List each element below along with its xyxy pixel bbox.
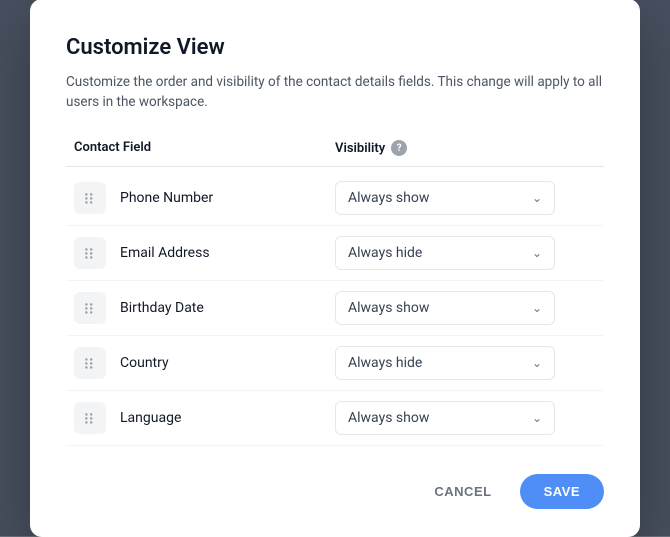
chevron-down-icon: ⌄ [532, 356, 542, 370]
drag-handle-country[interactable] [74, 347, 106, 379]
field-name-phone: Phone Number [120, 190, 213, 206]
visibility-value-country: Always hide [348, 355, 422, 371]
field-left-birthday: Birthday Date [74, 292, 335, 324]
drag-handle-language[interactable] [74, 402, 106, 434]
field-name-birthday: Birthday Date [120, 300, 204, 316]
visibility-select-country[interactable]: Always hide ⌄ [335, 346, 555, 380]
field-name-email: Email Address [120, 245, 210, 261]
field-left-phone: Phone Number [74, 182, 335, 214]
drag-handle-email[interactable] [74, 237, 106, 269]
visibility-value-language: Always show [348, 410, 429, 426]
visibility-value-birthday: Always show [348, 300, 429, 316]
field-name-language: Language [120, 410, 181, 426]
field-row-country: Country Always hide ⌄ [66, 336, 604, 391]
customize-view-dialog: Customize View Customize the order and v… [30, 0, 640, 537]
dialog-description: Customize the order and visibility of th… [66, 72, 604, 113]
dialog-footer: CANCEL SAVE [66, 474, 604, 509]
help-icon[interactable]: ? [391, 140, 407, 156]
dialog-title: Customize View [66, 35, 604, 60]
visibility-select-language[interactable]: Always show ⌄ [335, 401, 555, 435]
chevron-down-icon: ⌄ [532, 301, 542, 315]
visibility-select-birthday[interactable]: Always show ⌄ [335, 291, 555, 325]
table-header: Contact Field Visibility ? [66, 140, 604, 167]
col-header-field: Contact Field [74, 140, 335, 156]
drag-handle-phone[interactable] [74, 182, 106, 214]
chevron-down-icon: ⌄ [532, 191, 542, 205]
field-row-birthday: Birthday Date Always show ⌄ [66, 281, 604, 336]
field-left-country: Country [74, 347, 335, 379]
field-row-email: Email Address Always hide ⌄ [66, 226, 604, 281]
cancel-button[interactable]: CANCEL [422, 476, 503, 507]
visibility-select-phone[interactable]: Always show ⌄ [335, 181, 555, 215]
field-name-country: Country [120, 355, 169, 371]
chevron-down-icon: ⌄ [532, 246, 542, 260]
visibility-value-email: Always hide [348, 245, 422, 261]
field-row-language: Language Always show ⌄ [66, 391, 604, 446]
field-row-phone: Phone Number Always show ⌄ [66, 171, 604, 226]
save-button[interactable]: SAVE [520, 474, 604, 509]
drag-handle-birthday[interactable] [74, 292, 106, 324]
chevron-down-icon: ⌄ [532, 411, 542, 425]
fields-list: Phone Number Always show ⌄ Email Address… [66, 171, 604, 446]
visibility-select-email[interactable]: Always hide ⌄ [335, 236, 555, 270]
col-header-visibility: Visibility ? [335, 140, 596, 156]
visibility-value-phone: Always show [348, 190, 429, 206]
field-left-language: Language [74, 402, 335, 434]
field-left-email: Email Address [74, 237, 335, 269]
